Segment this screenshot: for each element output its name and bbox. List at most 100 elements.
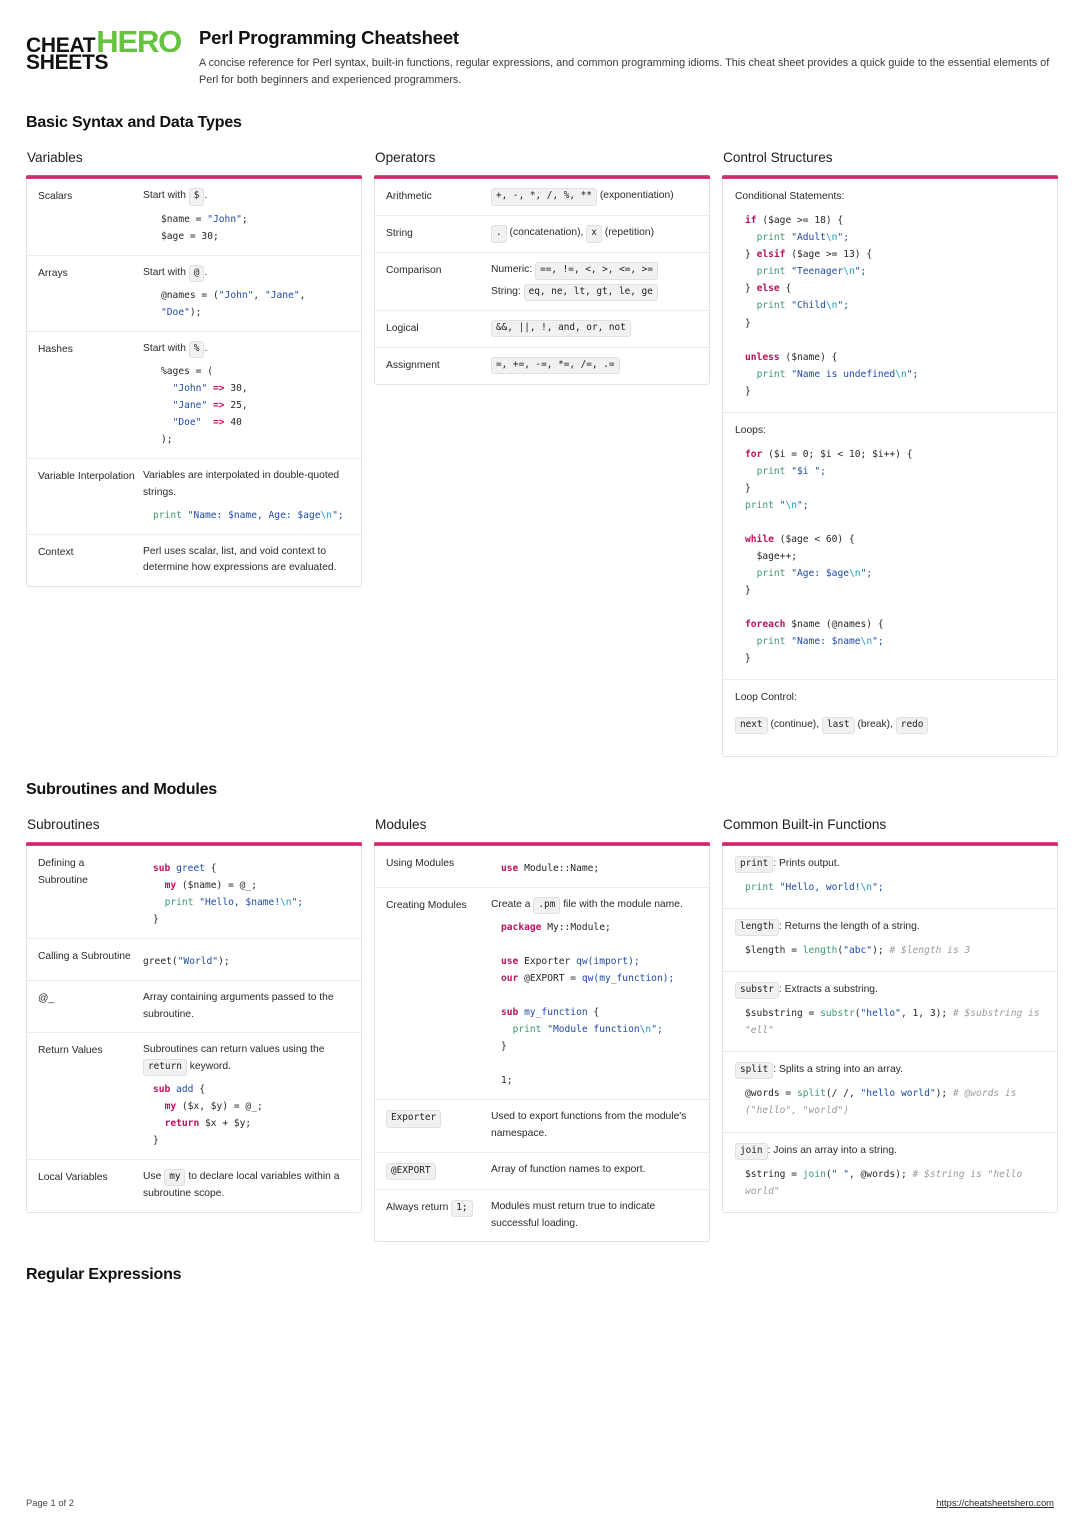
cheatsheet-page: CHEAT HERO SHEETS Perl Programming Cheat…: [0, 0, 1080, 1526]
column-modules: Modules Using Modules use Module::Name; …: [374, 817, 710, 1243]
table-row-scalars: Scalars Start with $. $name = "John"; $a…: [27, 179, 361, 254]
comparison-numeric: Numeric: ==, !=, <, >, <=, >=: [491, 262, 699, 280]
code-mod-sub-name: my_function: [518, 1007, 588, 1019]
code-hash-v2: 25,: [230, 400, 248, 412]
code-hash-open: %ages = (: [161, 366, 213, 378]
code-print-newline-end: ";: [797, 499, 809, 511]
code-bi-join-post: , @words);: [848, 1168, 913, 1180]
column-variables: Variables Scalars Start with $. $name = …: [26, 150, 362, 588]
code-unless-print-esc: \n: [895, 368, 907, 380]
code-unless-kw: unless: [745, 351, 780, 363]
code-scalar-end: ;: [241, 213, 248, 225]
badge-builtin-length: length: [735, 918, 779, 936]
card-control-structures: Conditional Statements: if ($age >= 18) …: [722, 179, 1058, 757]
code-calling-subroutine: greet("World");: [143, 953, 351, 970]
column-subroutines: Subroutines Defining a Subroutine sub gr…: [26, 817, 362, 1214]
code-bi-split-mid: (/ /,: [825, 1088, 861, 1100]
code-while-print-esc: \n: [849, 567, 861, 579]
table-row-args-array: @_ Array containing arguments passed to …: [27, 980, 361, 1032]
logo-text-hero: HERO: [96, 24, 182, 59]
badge-return-one: 1;: [451, 1199, 473, 1218]
row-body-arithmetic: +, -, *, /, %, ** (exponentiation): [491, 188, 699, 206]
row-body-return-values: Subroutines can return values using the …: [143, 1042, 351, 1150]
code-bi-print-end: ";: [872, 881, 884, 893]
builtin-print-head: print: Prints output.: [735, 855, 1045, 873]
code-bi-substr-post: , 1, 3);: [900, 1008, 953, 1020]
code-mod-print-str: "Module function: [541, 1024, 640, 1036]
builtin-length-desc: : Returns the length of a string.: [778, 920, 920, 932]
code-builtin-substr: $substring = substr("hello", 1, 3); # $s…: [735, 1005, 1045, 1039]
card-operators: Arithmetic +, -, *, /, %, ** (exponentia…: [374, 179, 710, 385]
section-subroutines-columns: Subroutines Defining a Subroutine sub gr…: [26, 817, 1058, 1243]
code-unless-close-brace: }: [745, 385, 751, 397]
code-bi-length-fn: length: [802, 944, 838, 956]
row-label-export-array: @EXPORT: [386, 1162, 491, 1180]
row-body-args-array: Array containing arguments passed to the…: [143, 990, 351, 1023]
table-row-comparison: Comparison Numeric: ==, !=, <, >, <=, >=…: [375, 252, 709, 309]
code-while-cond: ($age < 60) {: [773, 533, 855, 545]
code-if-print-end: ";: [837, 232, 850, 244]
card-modules: Using Modules use Module::Name; Creating…: [374, 845, 710, 1243]
builtin-split-head: split: Splits a string into an array.: [735, 1062, 1045, 1080]
code-creating-modules: package My::Module; use Exporter qw(impo…: [491, 919, 699, 1090]
table-row-assignment: Assignment =, +=, -=, *=, /=, .=: [375, 346, 709, 384]
local-variables-text: Use my to declare local variables within…: [143, 1169, 351, 1203]
code-unless-print-fn: print: [756, 368, 786, 380]
page-footer: Page 1 of 2 https://cheatsheetshero.com: [26, 1497, 1054, 1508]
row-body-export-array: Array of function names to export.: [491, 1162, 699, 1180]
code-hash-k3: "Doe": [172, 417, 202, 429]
code-for-kw: for: [745, 448, 763, 460]
code-return-values: sub add { my ($x, $y) = @_; return $x + …: [143, 1081, 351, 1149]
table-row-arithmetic: Arithmetic +, -, *, /, %, ** (exponentia…: [375, 179, 709, 215]
code-sub-name: greet: [170, 862, 205, 874]
card-builtin-functions: print: Prints output. print "Hello, worl…: [722, 845, 1058, 1213]
row-label-hashes: Hashes: [38, 343, 73, 355]
row-label-calling-subroutine: Calling a Subroutine: [38, 950, 131, 962]
row-body-string-op: . (concatenation), x (repetition): [491, 225, 699, 243]
badge-return: return: [143, 1059, 187, 1077]
context-text: Perl uses scalar, list, and void context…: [143, 545, 337, 574]
export-array-text: Array of function names to export.: [491, 1163, 646, 1175]
table-row-string-op: String . (concatenation), x (repetition): [375, 215, 709, 252]
code-if-cond: ($age >= 18) {: [756, 215, 844, 227]
code-else-kw: else: [756, 283, 780, 295]
code-mod-print-esc: \n: [639, 1024, 652, 1036]
code-bi-join-pre: $string =: [745, 1168, 803, 1180]
row-label-context: Context: [38, 546, 74, 558]
return-values-text-a: Subroutines can return values using the: [143, 1044, 325, 1056]
string-op-mid: (concatenation),: [509, 227, 584, 239]
code-bi-length-comment: # $length is 3: [889, 944, 971, 956]
code-call-str: "World": [177, 955, 219, 967]
code-array-s1: "John": [218, 289, 254, 301]
row-label-exporter: Exporter: [386, 1109, 491, 1142]
code-hash-close: );: [161, 434, 173, 446]
code-mod-sub-kw: sub: [501, 1007, 519, 1019]
row-body-defining-subroutine: sub greet { my ($name) = @_; print "Hell…: [143, 855, 351, 929]
badge-redo: redo: [895, 717, 929, 735]
code-return-rest: $x + $y;: [199, 1118, 252, 1130]
code-builtin-join: $string = join(" ", @words); # $string i…: [735, 1166, 1045, 1200]
code-for-print-fn: print: [756, 465, 786, 477]
code-scalar-age: $age = 30;: [161, 230, 219, 242]
row-label-scalars: Scalars: [38, 191, 73, 203]
card-title-operators: Operators: [375, 150, 436, 166]
code-elsif-print-fn: print: [756, 266, 786, 278]
row-body-logical: &&, ||, !, and, or, not: [491, 319, 699, 338]
code-bi-length-post: );: [872, 944, 890, 956]
footer-website-link[interactable]: https://cheatsheetshero.com: [936, 1497, 1054, 1508]
badge-builtin-substr: substr: [735, 982, 779, 1000]
table-row-context: Context Perl uses scalar, list, and void…: [27, 533, 361, 586]
row-label-comparison: Comparison: [386, 265, 442, 277]
hashes-lead-prefix: Start with: [143, 342, 186, 354]
loop-control-label: Loop Control:: [735, 692, 797, 704]
row-label-defining-subroutine: Defining a Subroutine: [38, 857, 88, 886]
code-foreach-print-end: ";: [872, 636, 884, 648]
code-hash-v1: 30,: [230, 383, 248, 395]
column-builtin-functions: Common Built-in Functions print: Prints …: [722, 817, 1058, 1213]
code-else-post: {: [779, 283, 792, 295]
code-array-s3: "Doe": [161, 306, 190, 318]
table-row-builtin-join: join: Joins an array into a string. $str…: [723, 1131, 1057, 1212]
comparison-string: String: eq, ne, lt, gt, le, ge: [491, 283, 699, 301]
arrays-lead: Start with @.: [143, 264, 351, 282]
code-package-kw: package: [501, 921, 542, 933]
